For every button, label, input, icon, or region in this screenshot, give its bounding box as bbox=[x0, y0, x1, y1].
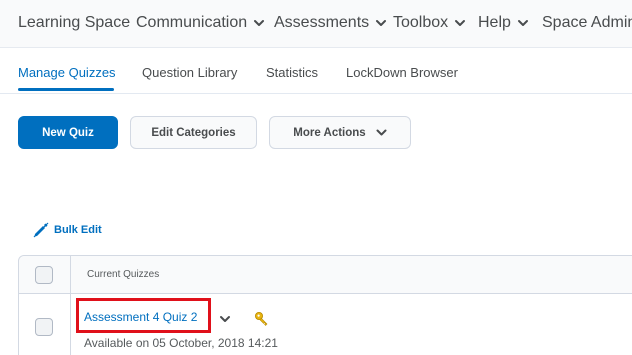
tab-lockdown-browser[interactable]: LockDown Browser bbox=[346, 65, 458, 80]
select-all-checkbox[interactable] bbox=[35, 266, 53, 284]
tab-statistics[interactable]: Statistics bbox=[266, 65, 318, 80]
pencil-icon bbox=[33, 222, 49, 238]
current-quizzes-header: Current Quizzes bbox=[87, 269, 160, 280]
chevron-down-icon bbox=[376, 20, 387, 26]
new-quiz-label: New Quiz bbox=[42, 126, 94, 139]
nav-communication[interactable]: Communication bbox=[136, 14, 265, 32]
chevron-down-icon bbox=[517, 20, 528, 26]
nav-help-label: Help bbox=[478, 14, 511, 31]
key-icon bbox=[255, 312, 268, 326]
top-navbar: Learning Space Communication Assessments… bbox=[0, 0, 632, 48]
nav-toolbox-label: Toolbox bbox=[393, 14, 449, 31]
nav-learning-space[interactable]: Learning Space bbox=[18, 14, 130, 32]
tab-question-library[interactable]: Question Library bbox=[142, 65, 237, 80]
new-quiz-button[interactable]: New Quiz bbox=[18, 116, 118, 149]
nav-space-admin-label: Space Admin bbox=[542, 14, 632, 31]
column-divider bbox=[70, 256, 71, 355]
chevron-down-icon bbox=[254, 20, 265, 26]
edit-categories-button[interactable]: Edit Categories bbox=[130, 116, 257, 149]
tab-manage-quizzes[interactable]: Manage Quizzes bbox=[18, 65, 116, 80]
nav-toolbox[interactable]: Toolbox bbox=[393, 14, 466, 32]
bulk-edit-label: Bulk Edit bbox=[54, 224, 102, 236]
nav-learning-space-label: Learning Space bbox=[18, 14, 131, 31]
chevron-down-icon[interactable] bbox=[219, 315, 231, 324]
more-actions-label: More Actions bbox=[293, 126, 366, 139]
row-select-checkbox[interactable] bbox=[35, 318, 53, 336]
chevron-down-icon bbox=[455, 20, 466, 26]
nav-assessments[interactable]: Assessments bbox=[274, 14, 387, 32]
edit-categories-label: Edit Categories bbox=[151, 126, 236, 139]
bulk-edit-button[interactable]: Bulk Edit bbox=[33, 222, 102, 238]
more-actions-button[interactable]: More Actions bbox=[269, 116, 411, 149]
table-header: Current Quizzes bbox=[19, 256, 632, 294]
quiz-title-link[interactable]: Assessment 4 Quiz 2 bbox=[84, 310, 197, 324]
chevron-down-icon bbox=[376, 129, 387, 135]
nav-space-admin[interactable]: Space Admin bbox=[542, 14, 632, 32]
nav-communication-label: Communication bbox=[136, 14, 248, 31]
nav-assessments-label: Assessments bbox=[274, 14, 370, 31]
availability-text: Available on 05 October, 2018 14:21 bbox=[84, 336, 278, 350]
nav-help[interactable]: Help bbox=[478, 14, 529, 32]
active-tab-indicator bbox=[18, 88, 114, 91]
